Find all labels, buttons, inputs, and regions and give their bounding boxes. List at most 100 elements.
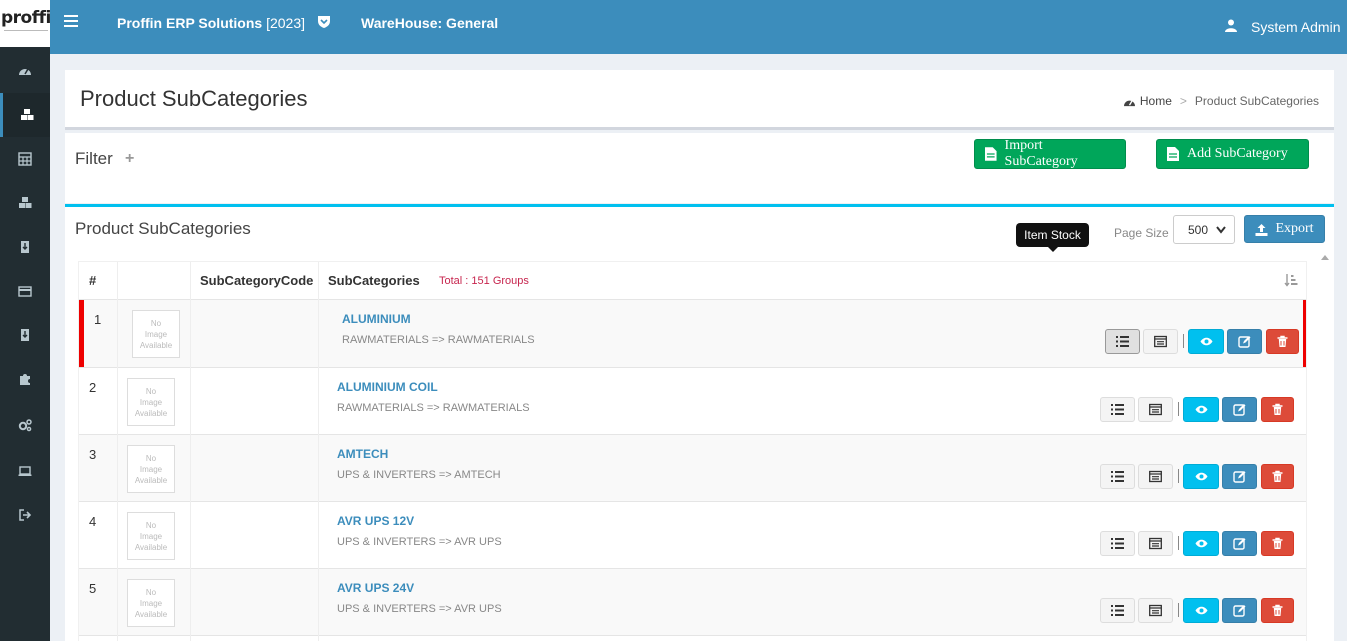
details-button[interactable]	[1138, 531, 1173, 556]
edit-icon	[1233, 605, 1246, 617]
delete-button[interactable]	[1261, 531, 1294, 556]
edit-button[interactable]	[1222, 397, 1257, 422]
details-button[interactable]	[1138, 397, 1173, 422]
eye-icon	[1195, 405, 1207, 414]
filter-panel: Filter + Import SubCategory Add SubCateg…	[65, 133, 1334, 203]
sidebar-item-sales[interactable]	[0, 313, 50, 357]
page-size-select[interactable]: 500	[1173, 215, 1235, 244]
edit-button[interactable]	[1227, 329, 1262, 354]
column-header-code[interactable]: SubCategoryCode	[200, 262, 313, 299]
sort-icon[interactable]	[1284, 273, 1298, 287]
list-icon	[1116, 336, 1129, 347]
sidebar-item-logout[interactable]	[0, 493, 50, 537]
logo-underline	[4, 30, 48, 31]
row-number: 1	[94, 312, 102, 327]
edit-button[interactable]	[1222, 464, 1257, 489]
list-title: Product SubCategories	[75, 219, 251, 238]
filter-expand-icon[interactable]: +	[125, 150, 134, 168]
import-subcategory-label: Import SubCategory	[1004, 138, 1078, 169]
column-divider	[190, 262, 191, 641]
view-button[interactable]	[1183, 531, 1219, 556]
details-button[interactable]	[1143, 329, 1178, 354]
item-stock-button[interactable]	[1105, 329, 1140, 354]
sidebar-item-products[interactable]	[0, 93, 50, 137]
download-icon	[21, 241, 29, 253]
eye-icon	[1195, 539, 1207, 548]
edit-icon	[1233, 404, 1246, 416]
sidebar-item-accounts[interactable]	[0, 137, 50, 181]
action-separator	[1178, 536, 1179, 550]
app-year: [2023]	[266, 15, 306, 31]
delete-button[interactable]	[1261, 464, 1294, 489]
view-button[interactable]	[1183, 598, 1219, 623]
table-row: 1 No Image Available ALUMINIUM RAWMATERIAL…	[79, 300, 1306, 367]
logo[interactable]: proffin	[0, 0, 50, 47]
sidebar-item-payments[interactable]	[0, 269, 50, 313]
no-image-placeholder: No Image Available	[127, 579, 175, 627]
delete-button[interactable]	[1261, 397, 1294, 422]
page-title: Product SubCategories	[80, 86, 308, 111]
sidebar-item-settings[interactable]	[0, 403, 50, 447]
hamburger-menu-icon[interactable]	[64, 15, 78, 29]
edit-icon	[1238, 336, 1251, 348]
breadcrumb-home[interactable]: Home	[1123, 94, 1172, 108]
delete-button[interactable]	[1266, 329, 1299, 354]
sidebar-item-dashboard[interactable]	[0, 49, 50, 93]
subcategory-name-link[interactable]: AVR UPS 12V	[337, 514, 414, 528]
view-button[interactable]	[1183, 397, 1219, 422]
app-title-text: Proffin ERP Solutions	[117, 15, 263, 31]
view-button[interactable]	[1188, 329, 1224, 354]
item-stock-button[interactable]	[1100, 598, 1135, 623]
trash-icon	[1272, 403, 1283, 415]
shield-icon[interactable]	[317, 15, 331, 29]
chevron-down-icon	[1216, 226, 1226, 234]
subcategory-name-link[interactable]: ALUMINIUM COIL	[337, 380, 438, 394]
add-subcategory-label: Add SubCategory	[1187, 146, 1288, 161]
scroll-up-arrow-icon[interactable]	[1320, 253, 1330, 261]
sidebar-item-system[interactable]	[0, 449, 50, 493]
subcategory-name-link[interactable]: ALUMINIUM	[342, 312, 411, 326]
details-button[interactable]	[1138, 598, 1173, 623]
add-subcategory-button[interactable]: Add SubCategory	[1156, 139, 1309, 169]
sidebar-item-purchase[interactable]	[0, 225, 50, 269]
subcategory-name-link[interactable]: AMTECH	[337, 447, 388, 461]
column-header-subcategories[interactable]: SubCategories	[328, 262, 420, 299]
import-subcategory-button[interactable]: Import SubCategory	[974, 138, 1126, 169]
calculator-icon	[18, 152, 32, 166]
column-header-number: #	[89, 273, 97, 288]
item-stock-button[interactable]	[1100, 531, 1135, 556]
credit-card-icon	[18, 286, 32, 297]
warehouse-label[interactable]: WareHouse: General	[361, 15, 498, 31]
table-row: 3 No Image Available AMTECH UPS & INVERTER…	[79, 435, 1306, 502]
column-divider	[318, 262, 319, 641]
export-button[interactable]: Export	[1244, 215, 1325, 243]
edit-button[interactable]	[1222, 531, 1257, 556]
trash-icon	[1277, 335, 1288, 347]
delete-button[interactable]	[1261, 598, 1294, 623]
no-image-placeholder: No Image Available	[127, 445, 175, 493]
download-icon	[21, 329, 29, 341]
item-stock-button[interactable]	[1100, 464, 1135, 489]
card-list-icon	[1149, 470, 1162, 483]
subcategory-path: UPS & INVERTERS => AMTECH	[337, 469, 501, 481]
dashboard-icon	[19, 68, 31, 75]
no-image-placeholder: No Image Available	[127, 378, 175, 426]
details-button[interactable]	[1138, 464, 1173, 489]
eye-icon	[1195, 606, 1207, 615]
list-icon	[1111, 605, 1124, 616]
app-title[interactable]: Proffin ERP Solutions [2023]	[117, 15, 305, 31]
user-icon[interactable]	[1225, 19, 1237, 32]
table-row: 2 No Image Available ALUMINIUM COIL RAWMAT…	[79, 368, 1306, 435]
sidebar-item-inventory[interactable]	[0, 181, 50, 225]
view-button[interactable]	[1183, 464, 1219, 489]
item-stock-button[interactable]	[1100, 397, 1135, 422]
user-name[interactable]: System Admin	[1251, 19, 1340, 35]
column-divider	[117, 262, 118, 641]
eye-icon	[1200, 337, 1212, 346]
logo-text: proffin	[1, 8, 50, 28]
list-icon	[1111, 538, 1124, 549]
subcategory-name-link[interactable]: AVR UPS 24V	[337, 581, 414, 595]
edit-button[interactable]	[1222, 598, 1257, 623]
sidebar-item-modules[interactable]	[0, 357, 50, 401]
laptop-icon	[18, 466, 32, 476]
